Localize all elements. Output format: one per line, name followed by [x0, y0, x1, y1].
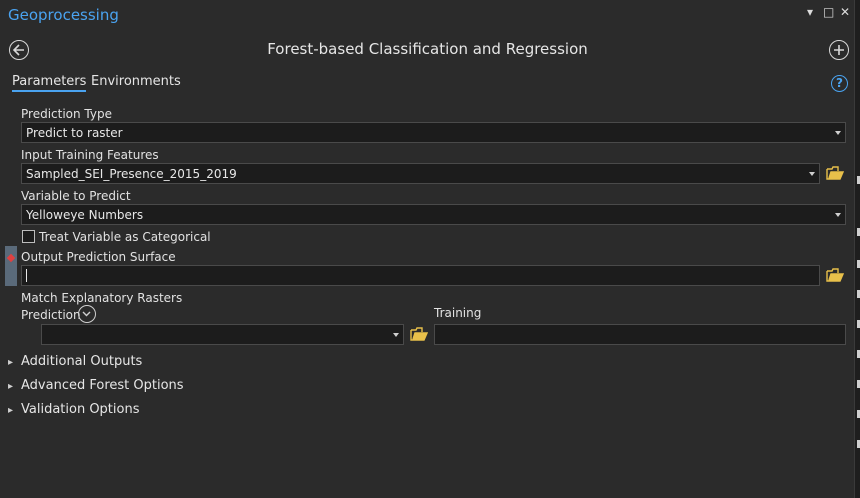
section-validation-options[interactable]: ▸ Validation Options: [8, 402, 140, 417]
browse-folder-icon[interactable]: [826, 268, 844, 283]
section-label: Advanced Forest Options: [21, 378, 184, 393]
plus-icon: [834, 45, 844, 55]
tool-title: Forest-based Classification and Regressi…: [267, 40, 588, 58]
variable-to-predict-value: Yelloweye Numbers: [26, 208, 144, 222]
add-button[interactable]: [829, 40, 849, 60]
variable-to-predict-label: Variable to Predict: [21, 189, 131, 203]
prediction-expand-button[interactable]: [78, 305, 96, 323]
chevron-right-icon: ▸: [8, 405, 14, 416]
browse-folder-icon[interactable]: [826, 166, 844, 181]
help-icon[interactable]: ?: [831, 75, 848, 92]
pane-options-button[interactable]: ▾: [807, 5, 813, 19]
training-column-label: Training: [434, 306, 482, 320]
pane-title: Geoprocessing: [8, 6, 119, 24]
tab-parameters[interactable]: Parameters: [12, 74, 87, 92]
maximize-button[interactable]: □: [823, 5, 834, 19]
chevron-down-icon: [835, 131, 841, 135]
prediction-type-label: Prediction Type: [21, 107, 112, 121]
variable-to-predict-dropdown[interactable]: Yelloweye Numbers: [21, 204, 846, 225]
input-training-value: Sampled_SEI_Presence_2015_2019: [26, 167, 237, 181]
input-training-dropdown[interactable]: Sampled_SEI_Presence_2015_2019: [21, 163, 820, 184]
chevron-right-icon: ▸: [8, 381, 14, 392]
browse-folder-icon[interactable]: [410, 327, 428, 342]
output-surface-input[interactable]: [21, 265, 820, 286]
output-surface-label: Output Prediction Surface: [21, 250, 176, 264]
prediction-raster-dropdown[interactable]: [41, 324, 404, 345]
tool-header: Forest-based Classification and Regressi…: [0, 36, 855, 64]
input-training-label: Input Training Features: [21, 148, 159, 162]
pane-titlebar: Geoprocessing ▾ □ ✕: [0, 0, 855, 32]
required-indicator: [5, 246, 17, 286]
adjacent-pane-edge: [855, 0, 860, 498]
section-label: Additional Outputs: [21, 354, 143, 369]
chevron-down-icon: [82, 311, 91, 317]
geoprocessing-pane: Geoprocessing ▾ □ ✕ Forest-based Classif…: [0, 0, 855, 498]
treat-categorical-checkbox[interactable]: [22, 230, 35, 243]
prediction-type-value: Predict to raster: [26, 126, 123, 140]
close-button[interactable]: ✕: [840, 5, 850, 19]
section-additional-outputs[interactable]: ▸ Additional Outputs: [8, 354, 142, 369]
chevron-down-icon: [835, 213, 841, 217]
treat-categorical-label: Treat Variable as Categorical: [39, 230, 211, 244]
prediction-column-label: Prediction: [21, 308, 81, 322]
chevron-right-icon: ▸: [8, 357, 14, 368]
chevron-down-icon: [393, 333, 399, 337]
training-raster-input[interactable]: [434, 324, 846, 345]
text-cursor: [26, 269, 27, 282]
section-advanced-forest-options[interactable]: ▸ Advanced Forest Options: [8, 378, 184, 393]
match-rasters-label: Match Explanatory Rasters: [21, 291, 183, 305]
prediction-type-dropdown[interactable]: Predict to raster: [21, 122, 846, 143]
chevron-down-icon: [809, 172, 815, 176]
section-label: Validation Options: [21, 402, 140, 417]
tab-environments[interactable]: Environments: [91, 74, 181, 89]
